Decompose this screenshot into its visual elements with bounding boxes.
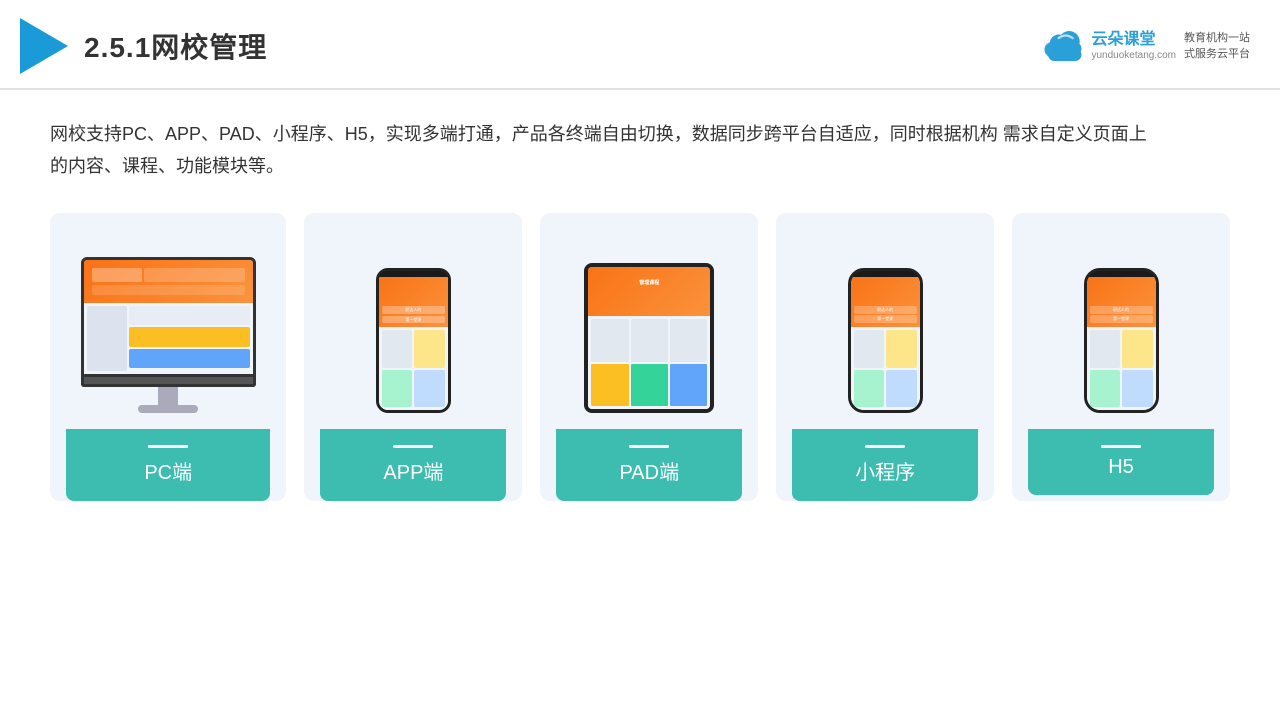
pad-device-container: 管理课程 — [556, 233, 742, 413]
brand-domain: yunduoketang.com — [1091, 50, 1176, 62]
card-label-app: APP端 — [320, 429, 506, 501]
logo-triangle-icon — [20, 18, 68, 74]
phone-screen-app: 职达人的 第一堂课 — [379, 277, 448, 410]
phone-notch-h5 — [1109, 271, 1133, 277]
page-title: 2.5.1网校管理 — [84, 26, 267, 66]
pad-device: 管理课程 — [584, 263, 714, 413]
phone-screen-h5: 职达人的 第一堂课 — [1087, 277, 1156, 410]
main-content: 网校支持PC、APP、PAD、小程序、H5，实现多端打通，产品各终端自由切换，数… — [0, 90, 1280, 521]
brand-text: 云朵课堂 yunduoketang.com — [1091, 30, 1176, 61]
pad-card-4 — [591, 364, 628, 406]
phone-body-h5: 职达人的 第一堂课 — [1084, 268, 1159, 413]
device-cards-row: PC端 职达人的 第一堂课 — [50, 213, 1230, 501]
pad-card-5 — [631, 364, 668, 406]
page-header: 2.5.1网校管理 云朵课堂 yunduoketang.com 教育机构一站式服… — [0, 0, 1280, 90]
pad-card-2 — [631, 319, 668, 361]
phone-notch-mini — [873, 271, 897, 277]
card-label-pad: PAD端 — [556, 429, 742, 501]
phone-body-mini: 职达人的 第一堂课 — [848, 268, 923, 413]
header-left: 2.5.1网校管理 — [20, 18, 267, 74]
pc-monitor — [81, 257, 256, 413]
card-label-miniprogram: 小程序 — [792, 429, 978, 501]
pad-card-3 — [670, 319, 707, 361]
monitor-stand-neck — [158, 387, 178, 405]
brand-name: 云朵课堂 — [1091, 30, 1155, 49]
label-line — [629, 445, 669, 448]
phone-miniprogram: 职达人的 第一堂课 — [848, 268, 923, 413]
card-app: 职达人的 第一堂课 — [304, 213, 522, 501]
brand-slogan: 教育机构一站式服务云平台 — [1184, 30, 1250, 63]
pad-card-1 — [591, 319, 628, 361]
label-line — [865, 445, 905, 448]
card-label-h5: H5 — [1028, 429, 1214, 495]
card-pc: PC端 — [50, 213, 286, 501]
brand-logo: 云朵课堂 yunduoketang.com — [1041, 30, 1176, 61]
phone-app: 职达人的 第一堂课 — [376, 268, 451, 413]
phone-notch-app — [401, 271, 425, 277]
pad-screen: 管理课程 — [588, 267, 710, 409]
label-line — [1101, 445, 1141, 448]
monitor-body — [81, 257, 256, 377]
pad-body: 管理课程 — [584, 263, 714, 413]
h5-device-container: 职达人的 第一堂课 — [1028, 233, 1214, 413]
card-pad: 管理课程 — [540, 213, 758, 501]
pad-screen-top: 管理课程 — [588, 267, 710, 317]
cloud-icon — [1041, 31, 1085, 61]
app-device-container: 职达人的 第一堂课 — [320, 233, 506, 413]
monitor-chin — [81, 377, 256, 387]
pad-screen-body — [588, 316, 710, 408]
page-description: 网校支持PC、APP、PAD、小程序、H5，实现多端打通，产品各终端自由切换，数… — [50, 118, 1150, 183]
monitor-stand-base — [138, 405, 198, 413]
monitor-screen — [84, 260, 253, 374]
pad-card-6 — [670, 364, 707, 406]
screen-top-bar — [84, 260, 253, 303]
label-line — [148, 445, 188, 448]
card-label-pc: PC端 — [66, 429, 270, 501]
screen-bottom — [84, 303, 253, 374]
miniprogram-device-container: 职达人的 第一堂课 — [792, 233, 978, 413]
card-miniprogram: 职达人的 第一堂课 — [776, 213, 994, 501]
phone-body-app: 职达人的 第一堂课 — [376, 268, 451, 413]
pc-device-container — [66, 233, 270, 413]
card-h5: 职达人的 第一堂课 — [1012, 213, 1230, 501]
phone-screen-mini: 职达人的 第一堂课 — [851, 277, 920, 410]
phone-h5: 职达人的 第一堂课 — [1084, 268, 1159, 413]
label-line — [393, 445, 433, 448]
header-right: 云朵课堂 yunduoketang.com 教育机构一站式服务云平台 — [1041, 30, 1250, 63]
